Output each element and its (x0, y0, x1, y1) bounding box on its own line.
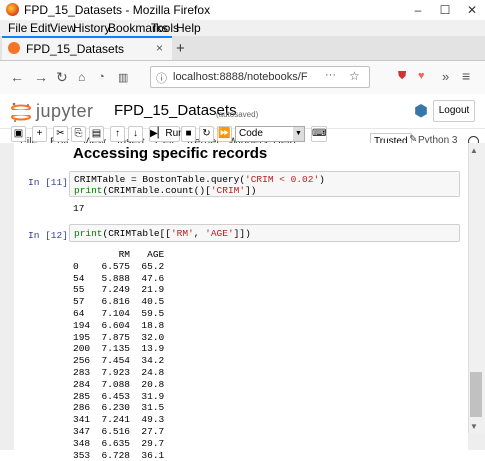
chevron-down-icon: ▼ (293, 127, 304, 141)
code-keyword: print (74, 185, 103, 196)
code-text: (CRIMTable[[ (102, 228, 171, 239)
run-icon: ▶▏ (150, 128, 166, 139)
browser-menubar: File Edit View History Bookmarks Tools H… (0, 20, 485, 36)
cell-12-prompt: In [12]: (28, 230, 74, 241)
code-keyword: print (74, 228, 103, 239)
jupyter-tab-icon (8, 42, 20, 54)
cell-type-value: Code (239, 128, 263, 139)
window-titlebar: FPD_15_Datasets - Mozilla Firefox – ☐ ✕ (0, 0, 485, 21)
extension-icon[interactable]: ♥ (418, 70, 425, 82)
cell-12-input[interactable]: print(CRIMTable[['RM', 'AGE']]) (69, 224, 460, 242)
autosave-status: (autosaved) (216, 110, 259, 119)
rss-icon[interactable]: ◔ (98, 71, 105, 83)
add-cell-icon[interactable]: + (32, 126, 47, 142)
close-button[interactable]: ✕ (459, 0, 485, 20)
code-text: ) (319, 174, 325, 185)
maximize-button[interactable]: ☐ (432, 0, 458, 20)
cell-11-code: CRIMTable = BostonTable.query('CRIM < 0.… (74, 174, 325, 196)
menu-help[interactable]: Help (176, 21, 201, 35)
forward-arrow-icon[interactable]: → (34, 69, 48, 85)
scroll-down-icon[interactable]: ▼ (470, 422, 478, 431)
new-tab-button[interactable]: + (176, 40, 185, 57)
jupyter-logo-icon (10, 102, 32, 122)
cell-11-output: 17 (73, 203, 85, 214)
info-icon[interactable]: ⓘ (156, 70, 167, 86)
hamburger-menu-icon[interactable]: ≡ (462, 68, 470, 84)
menu-file[interactable]: File (8, 21, 27, 35)
tab-notebook[interactable]: FPD_15_Datasets × (2, 36, 172, 60)
cell-type-select[interactable]: Code ▼ (235, 126, 305, 142)
restart-run-all-icon[interactable]: ⏩ (217, 126, 232, 142)
bookmark-star-icon[interactable]: ☆ (349, 69, 360, 83)
code-text: ]) (245, 185, 257, 196)
code-string: 'RM' (170, 228, 194, 239)
url-bar[interactable]: ⓘ localhost:8888/notebooks/F ··· ☆ (150, 66, 370, 88)
cut-icon[interactable]: ✂ (53, 126, 68, 142)
window-title: FPD_15_Datasets - Mozilla Firefox (24, 3, 211, 17)
reload-icon[interactable]: ↻ (56, 69, 68, 86)
code-text: ]]) (233, 228, 251, 239)
code-string: 'CRIM' (210, 185, 246, 196)
code-string: 'CRIM < 0.02' (245, 174, 320, 185)
cell-11-input[interactable]: CRIMTable = BostonTable.query('CRIM < 0.… (69, 171, 460, 197)
paste-icon[interactable]: ▤ (89, 126, 104, 142)
cell-12-output: RM AGE 0 6.575 65.2 54 5.888 47.6 55 7.2… (73, 249, 165, 461)
code-text: (CRIMTable.count()[ (102, 185, 211, 196)
firefox-icon (6, 3, 19, 16)
cell-11-prompt: In [11]: (28, 177, 74, 188)
tab-close-icon[interactable]: × (156, 41, 163, 55)
minimize-button[interactable]: – (405, 0, 431, 20)
command-palette-icon[interactable]: ⌨ (311, 126, 327, 142)
code-text: CRIMTable = BostonTable.query( (74, 174, 246, 185)
menu-tools[interactable]: Tools (151, 21, 179, 35)
scrollbar-thumb[interactable] (470, 372, 482, 417)
restart-icon[interactable]: ↻ (199, 126, 214, 142)
code-text: , (193, 228, 206, 239)
interrupt-icon[interactable]: ■ (181, 126, 196, 142)
tab-label: FPD_15_Datasets (26, 42, 125, 56)
logout-button[interactable]: Logout (433, 100, 475, 122)
python-logo-icon: ⬢ (414, 103, 428, 120)
home-icon[interactable]: ⌂ (78, 70, 85, 84)
ublock-icon[interactable]: ⛊ (398, 70, 406, 83)
cell-12-code: print(CRIMTable[['RM', 'AGE']]) (74, 228, 251, 239)
markdown-heading: Accessing specific records (73, 145, 268, 162)
menu-edit[interactable]: Edit (30, 21, 51, 35)
library-icon[interactable]: ▥ (118, 71, 128, 84)
code-string: 'AGE' (205, 228, 234, 239)
url-text[interactable]: localhost:8888/notebooks/F (173, 71, 308, 83)
menu-history[interactable]: History (73, 21, 110, 35)
back-arrow-icon[interactable]: ← (10, 69, 24, 85)
copy-icon[interactable]: ⎘ (71, 126, 86, 142)
scroll-up-icon[interactable]: ▲ (470, 146, 478, 155)
overflow-icon[interactable]: » (442, 69, 449, 84)
menu-view[interactable]: View (50, 21, 76, 35)
navigation-bar: ← → ↻ ⌂ ◔ ▥ ⓘ localhost:8888/notebooks/F… (0, 61, 485, 95)
save-icon[interactable]: ▣ (11, 126, 26, 142)
run-button[interactable]: ▶▏Run (149, 126, 184, 142)
move-down-icon[interactable]: ↓ (128, 126, 143, 142)
jupyter-brand: jupyter (36, 101, 94, 121)
page-actions-icon[interactable]: ··· (325, 69, 336, 81)
move-up-icon[interactable]: ↑ (110, 126, 125, 142)
